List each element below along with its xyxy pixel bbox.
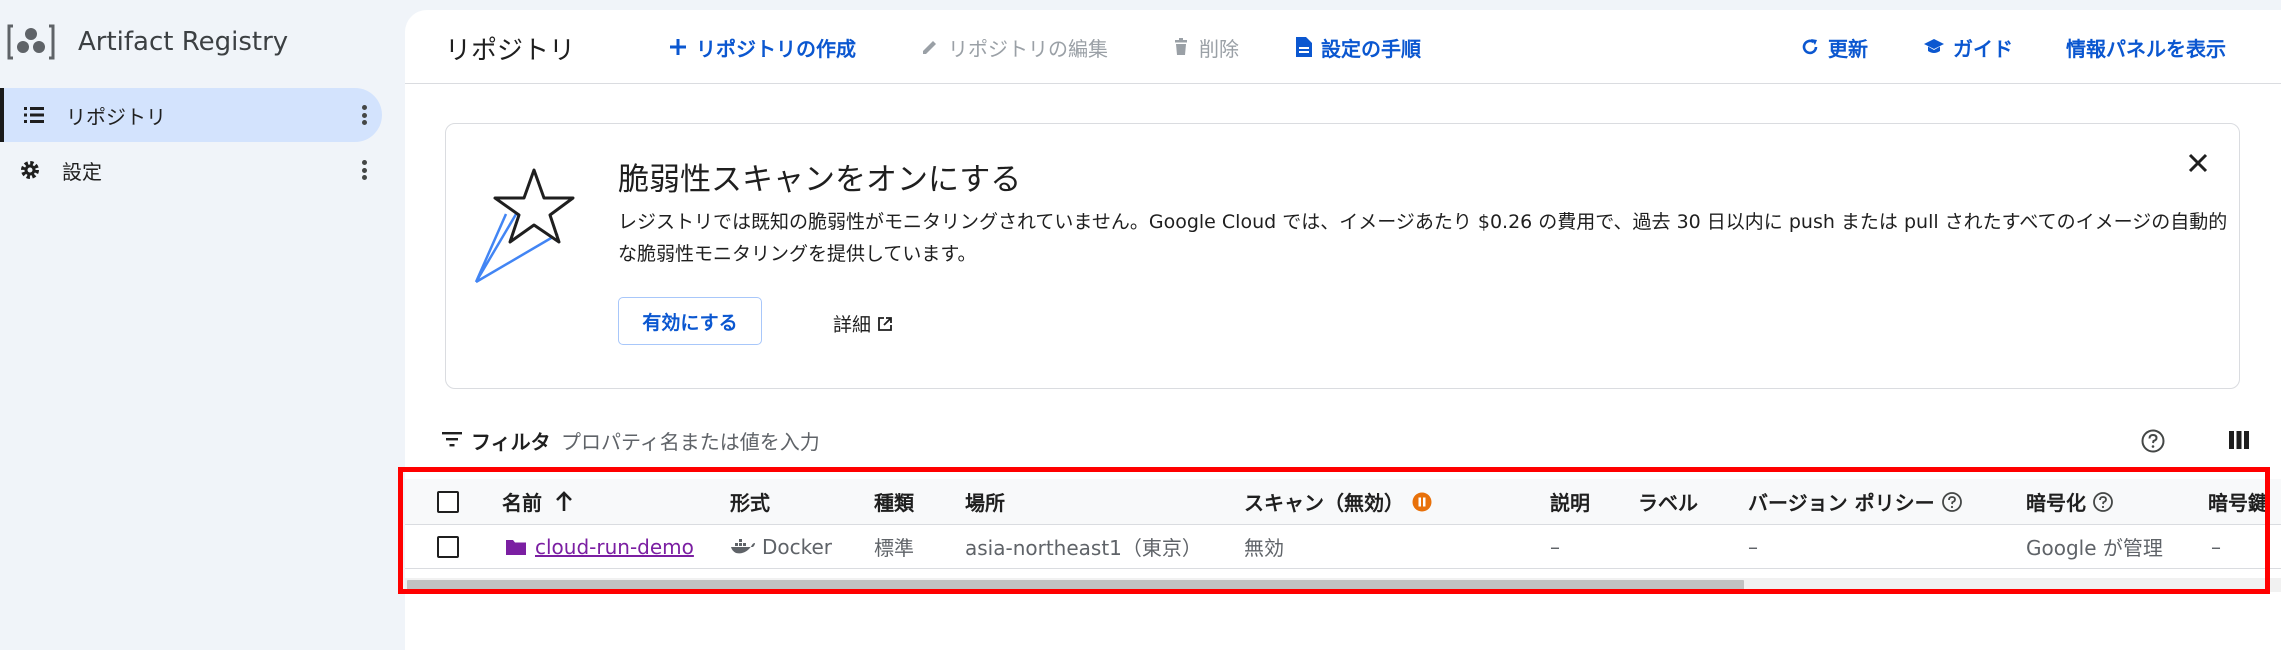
setup-instructions-button[interactable]: 設定の手順	[1295, 32, 1421, 62]
format-cell: Docker	[730, 525, 832, 568]
format-value: Docker	[762, 534, 833, 559]
column-header-scan[interactable]: スキャン（無効）	[1244, 479, 1432, 524]
edit-repository-button[interactable]: リポジトリの編集	[920, 32, 1108, 62]
column-header-encryption[interactable]: 暗号化	[2026, 479, 2114, 524]
filter-label: フィルタ	[471, 430, 551, 454]
column-header-format[interactable]: 形式	[730, 479, 770, 524]
banner-title: 脆弱性スキャンをオンにする	[618, 162, 1022, 198]
more-vert-icon[interactable]	[360, 102, 368, 128]
open-in-new-icon	[878, 316, 892, 331]
scan-cell: 無効	[1244, 536, 1284, 560]
vulnerability-scan-banner: 脆弱性スキャンをオンにする レジストリでは既知の脆弱性がモニタリングされていませ…	[445, 123, 2240, 389]
banner-text: レジストリでは既知の脆弱性がモニタリングされていません。Google Cloud…	[618, 211, 2228, 265]
details-link[interactable]: 詳細	[833, 310, 893, 337]
column-header-label: 暗号化	[2026, 491, 2086, 515]
trash-icon	[1175, 38, 1187, 55]
pencil-icon	[923, 41, 936, 54]
artifact-registry-logo-icon	[6, 20, 56, 64]
school-icon	[1924, 39, 1944, 53]
more-vert-icon[interactable]	[360, 157, 368, 183]
version-policy-cell: –	[1748, 534, 1758, 559]
row-checkbox[interactable]	[437, 525, 459, 568]
filter-input[interactable]: プロパティ名または値を入力	[561, 426, 820, 455]
guide-label: ガイド	[1953, 36, 2013, 61]
setup-instructions-label: 設定の手順	[1321, 36, 1421, 61]
filter-bar: フィルタ プロパティ名または値を入力	[435, 420, 2275, 460]
sidebar-item-label: 設定	[62, 159, 102, 184]
show-info-panel-label: 情報パネルを表示	[2066, 36, 2226, 61]
create-repository-label: リポジトリの作成	[696, 36, 856, 61]
delete-button[interactable]: 削除	[1171, 32, 1239, 62]
mode-cell: 標準	[874, 536, 914, 560]
details-label: 詳細	[833, 314, 872, 336]
column-header-version-policy[interactable]: バージョン ポリシー	[1748, 479, 1963, 524]
repository-name-cell: cloud-run-demo	[505, 525, 694, 568]
gear-icon	[18, 158, 42, 182]
column-header-encryption-key[interactable]: 暗号鍵	[2208, 479, 2268, 524]
docker-icon	[731, 538, 755, 553]
sidebar-item-repositories[interactable]: リポジトリ	[0, 88, 382, 142]
folder-icon	[506, 539, 526, 555]
create-repository-button[interactable]: リポジトリの作成	[668, 32, 856, 62]
scrollbar-thumb[interactable]	[407, 580, 1744, 591]
repository-link[interactable]: cloud-run-demo	[535, 535, 694, 559]
close-icon[interactable]	[2183, 148, 2213, 178]
page-title: リポジトリ	[445, 36, 576, 66]
column-header-label: 名前	[502, 491, 542, 515]
guide-button[interactable]: ガイド	[1923, 32, 2013, 62]
table-row: cloud-run-demo Docker 標準 asia-northeast1…	[405, 525, 2281, 569]
show-info-panel-button[interactable]: 情報パネルを表示	[2066, 32, 2226, 62]
repositories-table: 名前 形式 種類 場所 スキャン（無効） 説明 ラベル バージョン ポリシー 暗…	[405, 472, 2281, 602]
sidebar-item-settings[interactable]: 設定	[0, 143, 382, 197]
horizontal-scrollbar[interactable]	[405, 578, 2281, 592]
column-header-location[interactable]: 場所	[965, 479, 1005, 524]
filter-icon	[441, 430, 463, 452]
toolbar: リポジトリ リポジトリの作成 リポジトリの編集 削除 設定の手順 更新 ガイド …	[405, 10, 2281, 84]
location-cell: asia-northeast1（東京）	[965, 536, 1202, 560]
column-header-label: バージョン ポリシー	[1748, 491, 1935, 515]
brand: Artifact Registry	[6, 18, 288, 66]
column-header-description[interactable]: 説明	[1550, 479, 1590, 524]
encryption-key-cell: –	[2211, 534, 2221, 559]
help-icon[interactable]	[2140, 428, 2166, 458]
column-header-name[interactable]: 名前	[502, 479, 574, 524]
select-all-checkbox[interactable]	[437, 479, 459, 524]
table-header-row: 名前 形式 種類 場所 スキャン（無効） 説明 ラベル バージョン ポリシー 暗…	[405, 479, 2281, 525]
refresh-label: 更新	[1828, 36, 1868, 61]
column-header-label: スキャン（無効）	[1244, 491, 1404, 515]
column-display-icon[interactable]	[2228, 430, 2250, 454]
shooting-star-icon	[472, 164, 582, 288]
document-icon	[1296, 37, 1312, 57]
description-cell: –	[1550, 534, 1560, 559]
help-icon[interactable]	[1941, 491, 1963, 513]
arrow-up-icon	[556, 490, 572, 511]
delete-label: 削除	[1199, 36, 1239, 61]
column-header-mode[interactable]: 種類	[874, 479, 914, 524]
help-icon[interactable]	[2092, 491, 2114, 513]
refresh-icon	[1802, 39, 1818, 55]
enable-scanning-button[interactable]: 有効にする	[618, 297, 762, 345]
refresh-button[interactable]: 更新	[1800, 32, 1868, 62]
sidebar: Artifact Registry リポジトリ 設定	[0, 0, 405, 630]
sidebar-item-label: リポジトリ	[66, 104, 166, 129]
edit-repository-label: リポジトリの編集	[948, 36, 1108, 61]
app-title: Artifact Registry	[78, 27, 289, 57]
column-header-labels[interactable]: ラベル	[1638, 479, 1698, 524]
list-icon	[22, 103, 46, 127]
main-panel: リポジトリ リポジトリの作成 リポジトリの編集 削除 設定の手順 更新 ガイド …	[405, 10, 2281, 650]
pause-circle-icon	[1412, 492, 1432, 511]
encryption-cell: Google が管理	[2026, 536, 2163, 560]
plus-icon	[670, 39, 686, 55]
